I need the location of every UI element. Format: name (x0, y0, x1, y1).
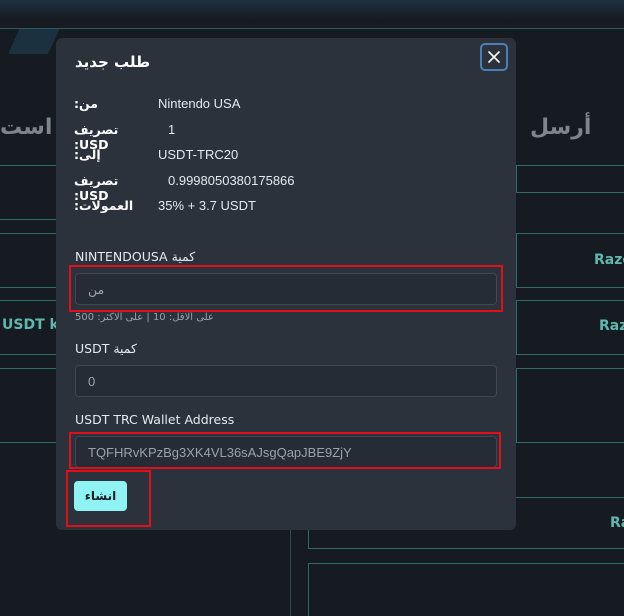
modal-title: طلب جديد (75, 53, 151, 71)
background-right-box[interactable] (516, 165, 624, 193)
background-right-label: Ra (610, 515, 624, 531)
info-label: العمولات: (74, 198, 134, 213)
background-heading-receive: است (0, 115, 53, 140)
background-divider (0, 28, 624, 29)
info-label: إلى: (74, 147, 101, 162)
info-value: USDT-TRC20 (158, 147, 239, 162)
amount-to-value: 0 (88, 373, 96, 389)
background-left-label: USDT k (2, 317, 59, 333)
amount-from-input[interactable]: من (75, 273, 497, 305)
background-right-label: Raze (594, 252, 624, 268)
wallet-address-label: USDT TRC Wallet Address (75, 412, 235, 427)
background-top-glow (0, 0, 624, 20)
background-right-box[interactable] (308, 563, 624, 616)
wallet-address-input[interactable]: TQFHRvKPzBg3XK4VL36sAJsgQapJBE9ZjY (75, 436, 497, 468)
amount-from-placeholder: من (88, 281, 105, 297)
background-left-box (0, 368, 58, 443)
background-column-divider (290, 530, 291, 616)
close-button[interactable] (480, 43, 508, 71)
wallet-address-value: TQFHRvKPzBg3XK4VL36sAJsgQapJBE9ZjY (88, 444, 352, 460)
background-right-box[interactable] (516, 368, 624, 443)
amount-to-label: USDT كمية (75, 341, 137, 356)
create-button[interactable]: انشاء (74, 481, 127, 511)
amount-to-input[interactable]: 0 (75, 365, 497, 397)
info-label: من: (74, 96, 98, 111)
background-left-box (0, 165, 58, 220)
background-right-label: Raz (599, 318, 624, 334)
info-value: 35% + 3.7 USDT (158, 198, 256, 213)
amount-limits-hint: على الاقل: 10 | على الاكثر: 500 (75, 312, 214, 323)
background-left-box (0, 233, 58, 288)
amount-from-label: NINTENDOUSA كمية (75, 249, 196, 264)
info-value: 1 (168, 122, 176, 137)
info-value: Nintendo USA (158, 96, 241, 111)
background-heading-send: أرسل (530, 115, 592, 140)
new-order-modal: طلب جديد من: Nintendo USA تصريف USD: 1 إ… (56, 38, 516, 530)
close-icon (488, 51, 500, 63)
info-value: 0.9998050380175866 (168, 173, 295, 188)
